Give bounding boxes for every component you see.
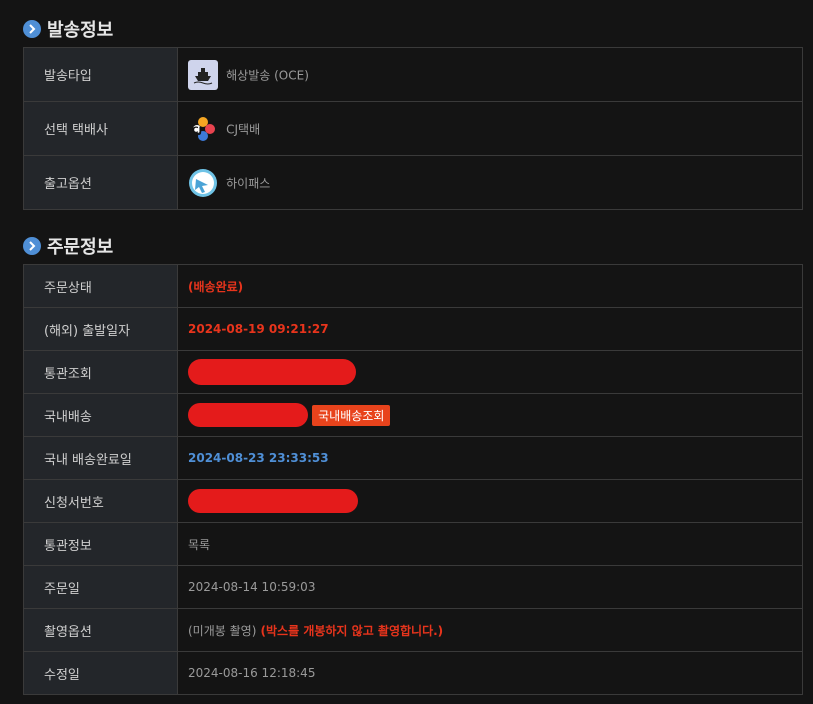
shipping-info-table: 발송타입 해상발송 (OCE) 선택 택배사 CJ CJ택배 출고옵션 하이패스: [23, 47, 803, 210]
cj-logo-icon: CJ: [188, 114, 218, 144]
order-date-value: 2024-08-14 10:59:03: [188, 579, 316, 594]
release-option-label: 출고옵션: [23, 155, 178, 210]
redacted-customs-lookup: [188, 359, 356, 385]
ship-icon: [188, 59, 218, 90]
courier-label: 선택 택배사: [23, 101, 178, 156]
courier-value: CJ CJ택배: [177, 101, 803, 156]
photo-option-note: (박스를 개봉하지 않고 촬영합니다.): [260, 623, 444, 638]
customs-lookup-label: 통관조회: [23, 350, 178, 394]
chevron-right-icon: [23, 20, 41, 38]
table-row: 주문일 2024-08-14 10:59:03: [23, 565, 803, 609]
shipping-type-label: 발송타입: [23, 47, 178, 102]
table-row: 발송타입 해상발송 (OCE): [23, 47, 803, 102]
departure-date-label: (해외) 출발일자: [23, 307, 178, 351]
table-row: 신청서번호: [23, 479, 803, 523]
photo-option-value: (미개봉 촬영): [188, 623, 257, 638]
modified-date-label: 수정일: [23, 651, 178, 695]
shipping-section-title: 발송정보: [23, 16, 113, 42]
redacted-application-no: [188, 489, 358, 513]
domestic-shipping-label: 국내배송: [23, 393, 178, 437]
application-no-label: 신청서번호: [23, 479, 178, 523]
table-row: (해외) 출발일자 2024-08-19 09:21:27: [23, 307, 803, 351]
table-row: 출고옵션 하이패스: [23, 155, 803, 210]
photo-option-label: 촬영옵션: [23, 608, 178, 652]
table-row: 선택 택배사 CJ CJ택배: [23, 101, 803, 156]
hipass-icon: [188, 168, 218, 198]
svg-text:CJ: CJ: [192, 126, 202, 136]
table-row: 촬영옵션 (미개봉 촬영) (박스를 개봉하지 않고 촬영합니다.): [23, 608, 803, 652]
order-status-label: 주문상태: [23, 264, 178, 308]
table-row: 주문상태 (배송완료): [23, 264, 803, 308]
table-row: 통관정보 목록: [23, 522, 803, 566]
shipping-type-value: 해상발송 (OCE): [177, 47, 803, 102]
table-row: 국내배송 국내배송조회: [23, 393, 803, 437]
order-status-value: (배송완료): [188, 279, 244, 294]
redacted-tracking-number: [188, 403, 308, 427]
chevron-right-icon: [23, 237, 41, 255]
domestic-done-value: 2024-08-23 23:33:53: [188, 450, 329, 465]
departure-date-value: 2024-08-19 09:21:27: [188, 321, 329, 336]
release-option-text: 하이패스: [226, 176, 271, 190]
customs-info-label: 통관정보: [23, 522, 178, 566]
table-row: 수정일 2024-08-16 12:18:45: [23, 651, 803, 695]
domestic-done-label: 국내 배송완료일: [23, 436, 178, 480]
order-title-text: 주문정보: [47, 237, 114, 258]
order-info-table: 주문상태 (배송완료) (해외) 출발일자 2024-08-19 09:21:2…: [23, 264, 803, 695]
order-date-label: 주문일: [23, 565, 178, 609]
domestic-tracking-button[interactable]: 국내배송조회: [312, 404, 391, 426]
modified-date-value: 2024-08-16 12:18:45: [188, 665, 316, 680]
courier-text: CJ택배: [226, 122, 261, 136]
release-option-value: 하이패스: [177, 155, 803, 210]
table-row: 국내 배송완료일 2024-08-23 23:33:53: [23, 436, 803, 480]
shipping-type-text: 해상발송 (OCE): [226, 68, 309, 82]
shipping-title-text: 발송정보: [47, 20, 114, 41]
order-section-title: 주문정보: [23, 233, 113, 259]
table-row: 통관조회: [23, 350, 803, 394]
customs-info-value: 목록: [188, 537, 211, 552]
